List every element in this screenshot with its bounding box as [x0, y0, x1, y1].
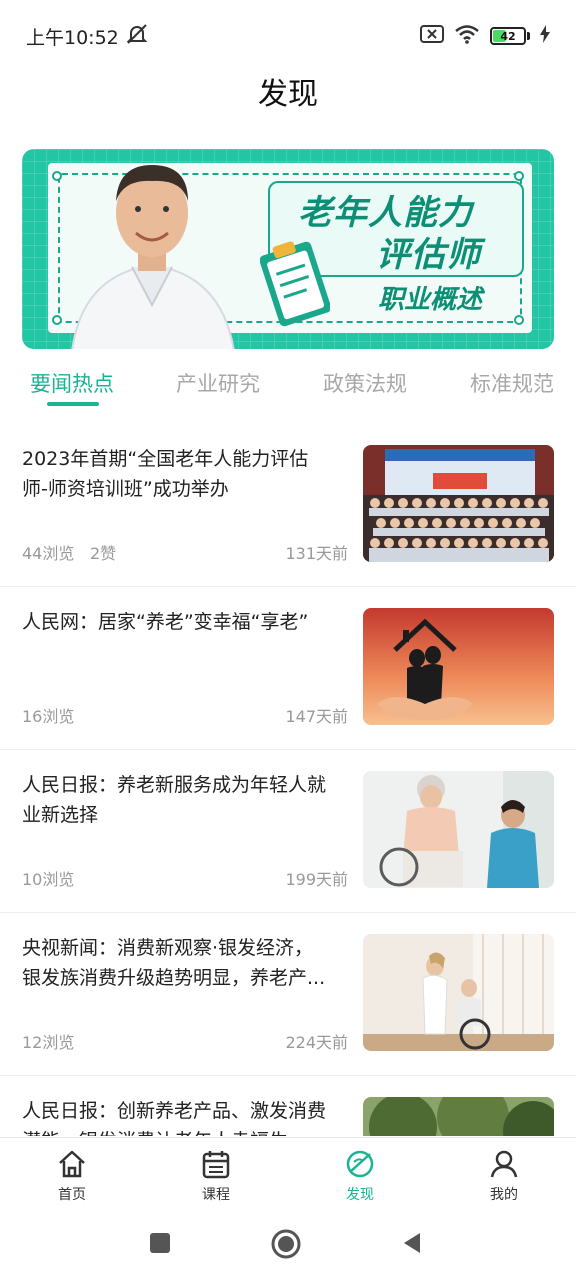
news-views: 16浏览	[22, 707, 75, 726]
back-icon[interactable]	[400, 1231, 424, 1255]
discover-icon	[346, 1150, 374, 1178]
status-time: 上午10:52	[26, 26, 119, 49]
news-thumbnail-nurse-with-elder	[363, 771, 554, 888]
tab-policy-regulation[interactable]: 政策法规	[323, 368, 407, 398]
news-title: 人民日报：创新养老产品、激发消费潜能，银发消费让老年人幸福生	[22, 1100, 327, 1136]
banner-title-line2: 评估师	[376, 235, 481, 275]
charging-icon	[540, 25, 550, 47]
news-item[interactable]: 人民日报：创新养老产品、激发消费潜能，银发消费让老年人幸福生	[0, 1076, 576, 1136]
banner-subtitle: 职业概述	[378, 285, 483, 315]
news-views: 10浏览	[22, 870, 75, 889]
news-time: 224天前	[285, 1033, 348, 1052]
battery-icon: 42	[490, 27, 530, 45]
banner-dot	[52, 171, 62, 181]
sim-off-icon	[420, 25, 444, 47]
doctor-portrait-image	[71, 165, 235, 349]
system-navigation-bar	[0, 1217, 576, 1280]
nav-item-profile[interactable]: 我的	[459, 1148, 549, 1204]
tab-industry-research[interactable]: 产业研究	[176, 368, 260, 398]
news-title: 央视新闻：消费新观察·银发经济，银发族消费升级趋势明显，养老产...	[22, 937, 326, 989]
home-icon	[59, 1150, 85, 1178]
nav-label-profile: 我的	[490, 1187, 518, 1203]
nav-label-home: 首页	[58, 1187, 86, 1203]
banner-dot	[514, 315, 524, 325]
news-item[interactable]: 央视新闻：消费新观察·银发经济，银发族消费升级趋势明显，养老产... 12浏览 …	[0, 913, 576, 1076]
tab-standards[interactable]: 标准规范	[470, 368, 554, 398]
banner-dot	[52, 315, 62, 325]
news-title: 2023年首期“全国老年人能力评估师-师资培训班”成功举办	[22, 448, 309, 500]
calendar-icon	[202, 1151, 230, 1179]
nav-label-discover: 发现	[346, 1187, 374, 1203]
nav-item-discover[interactable]: 发现	[315, 1148, 405, 1204]
banner-dot	[514, 171, 524, 181]
news-title: 人民网：居家“养老”变幸福“享老”	[22, 611, 309, 633]
news-thumbnail-couple-in-hands	[363, 608, 554, 725]
nav-label-courses: 课程	[202, 1187, 230, 1203]
bottom-nav: 首页 课程 发现 我的	[0, 1137, 576, 1217]
tab-news-hot[interactable]: 要闻热点	[30, 368, 114, 398]
bell-muted-icon	[125, 23, 149, 50]
news-thumbnail-trees	[363, 1097, 554, 1136]
news-thumbnail-wheelchair-care	[363, 934, 554, 1051]
news-item[interactable]: 2023年首期“全国老年人能力评估师-师资培训班”成功举办 44浏览 2赞 13…	[0, 424, 576, 587]
category-tabs: 要闻热点 产业研究 政策法规 标准规范	[0, 362, 576, 412]
news-time: 199天前	[285, 870, 348, 889]
news-thumbnail-group-photo	[363, 445, 554, 562]
status-bar: 上午10:52 42	[0, 0, 576, 72]
home-circle-icon[interactable]	[270, 1228, 302, 1260]
news-time: 131天前	[285, 544, 348, 563]
clipboard-icon	[260, 241, 330, 327]
battery-level: 42	[500, 29, 516, 43]
news-list: 2023年首期“全国老年人能力评估师-师资培训班”成功举办 44浏览 2赞 13…	[0, 424, 576, 1136]
news-time: 147天前	[285, 707, 348, 726]
person-icon	[490, 1150, 518, 1178]
news-views: 44浏览	[22, 544, 75, 563]
news-item[interactable]: 人民网：居家“养老”变幸福“享老” 16浏览 147天前	[0, 587, 576, 750]
wifi-icon	[454, 24, 480, 48]
banner[interactable]: 老年人能力 评估师 职业概述	[22, 149, 554, 349]
news-views: 12浏览	[22, 1033, 75, 1052]
page-title: 发现	[258, 77, 318, 112]
recent-apps-icon[interactable]	[148, 1231, 172, 1255]
tab-active-indicator	[47, 402, 99, 406]
news-item[interactable]: 人民日报：养老新服务成为年轻人就业新选择 10浏览 199天前	[0, 750, 576, 913]
nav-item-home[interactable]: 首页	[27, 1148, 117, 1204]
nav-item-courses[interactable]: 课程	[171, 1148, 261, 1204]
news-title: 人民日报：养老新服务成为年轻人就业新选择	[22, 774, 327, 826]
news-likes: 2赞	[90, 544, 117, 563]
